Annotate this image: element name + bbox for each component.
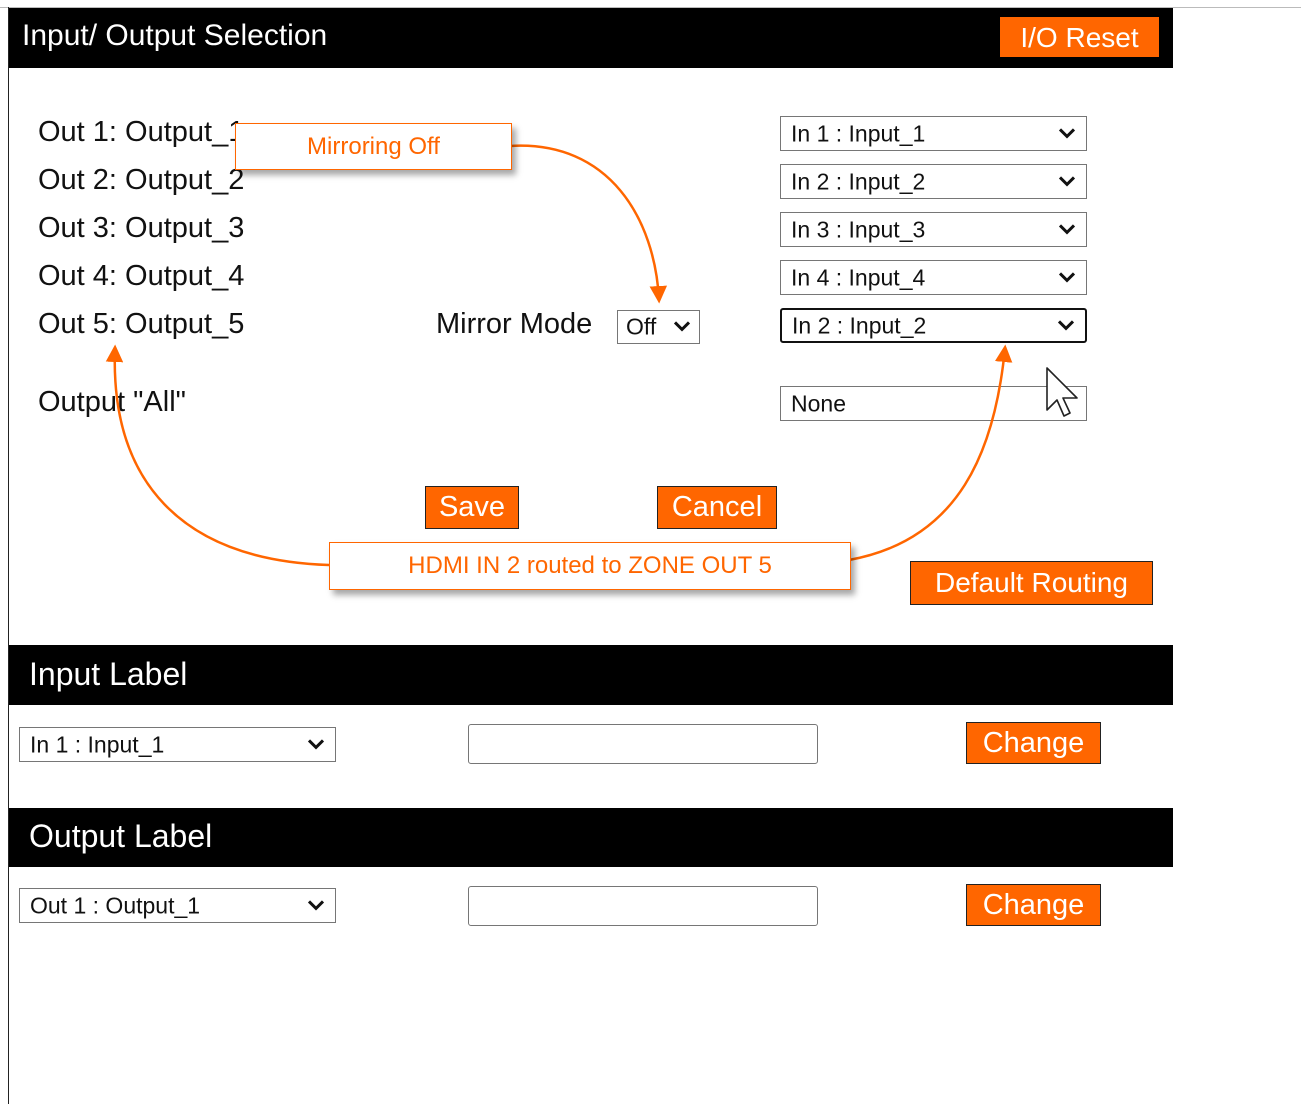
save-button[interactable]: Save xyxy=(425,486,519,529)
input-label-select[interactable]: In 1 : Input_1 xyxy=(19,727,336,762)
chevron-down-icon xyxy=(1058,223,1076,235)
route-select-value: In 3 : Input_3 xyxy=(791,216,926,242)
arrow-icon xyxy=(848,344,1013,562)
route-select-value: In 4 : Input_4 xyxy=(791,264,926,290)
input-label-text-field[interactable] xyxy=(468,724,818,764)
route-select-out-5[interactable]: In 2 : Input_2 xyxy=(780,308,1087,343)
output-label-title: Output Label xyxy=(29,818,213,854)
route-select-value: In 1 : Input_1 xyxy=(791,120,926,146)
change-input-label-button[interactable]: Change xyxy=(966,722,1101,764)
output-label-5: Out 5: Output_5 xyxy=(38,308,245,340)
hdmi-routed-callout: HDMI IN 2 routed to ZONE OUT 5 xyxy=(329,542,851,590)
input-label-title: Input Label xyxy=(29,656,188,692)
mirror-mode-select[interactable]: Off xyxy=(617,310,700,344)
output-label-header: Output Label xyxy=(9,808,1173,867)
route-select-value: In 2 : Input_2 xyxy=(791,168,926,194)
chevron-down-icon xyxy=(307,738,325,750)
output-label-text-field[interactable] xyxy=(468,886,818,926)
frame-left-border xyxy=(8,7,9,1104)
default-routing-button[interactable]: Default Routing xyxy=(910,561,1153,605)
chevron-down-icon xyxy=(1058,175,1076,187)
io-reset-button[interactable]: I/O Reset xyxy=(1000,17,1159,57)
route-select-out-4[interactable]: In 4 : Input_4 xyxy=(780,260,1087,295)
change-output-label-button[interactable]: Change xyxy=(966,884,1101,926)
chevron-down-icon xyxy=(1057,319,1075,331)
chevron-down-icon xyxy=(1058,127,1076,139)
cancel-button[interactable]: Cancel xyxy=(657,486,777,529)
mirror-mode-value: Off xyxy=(626,313,657,340)
output-label-4: Out 4: Output_4 xyxy=(38,260,245,292)
mirroring-off-callout: Mirroring Off xyxy=(235,123,512,170)
output-all-value: None xyxy=(791,390,846,416)
arrow-icon xyxy=(105,344,330,567)
output-label-1: Out 1: Output_1 xyxy=(38,116,245,148)
chevron-down-icon xyxy=(673,321,691,332)
mirror-mode-label: Mirror Mode xyxy=(436,308,593,340)
io-selection-title: Input/ Output Selection xyxy=(22,19,328,52)
input-label-header: Input Label xyxy=(9,645,1173,705)
arrow-icon xyxy=(509,144,668,304)
output-label-select[interactable]: Out 1 : Output_1 xyxy=(19,888,336,923)
route-select-out-3[interactable]: In 3 : Input_3 xyxy=(780,212,1087,247)
chevron-down-icon xyxy=(1058,271,1076,283)
chevron-down-icon xyxy=(307,899,325,911)
route-select-out-2[interactable]: In 2 : Input_2 xyxy=(780,164,1087,199)
output-all-label: Output "All" xyxy=(38,386,186,418)
input-label-select-value: In 1 : Input_1 xyxy=(30,731,165,757)
route-select-value: In 2 : Input_2 xyxy=(792,312,927,338)
io-selection-header: Input/ Output Selection xyxy=(9,8,1173,68)
output-label-select-value: Out 1 : Output_1 xyxy=(30,892,201,918)
output-all-select[interactable]: None xyxy=(780,386,1087,421)
route-select-out-1[interactable]: In 1 : Input_1 xyxy=(780,116,1087,151)
output-label-2: Out 2: Output_2 xyxy=(38,164,245,196)
output-label-3: Out 3: Output_3 xyxy=(38,212,245,244)
